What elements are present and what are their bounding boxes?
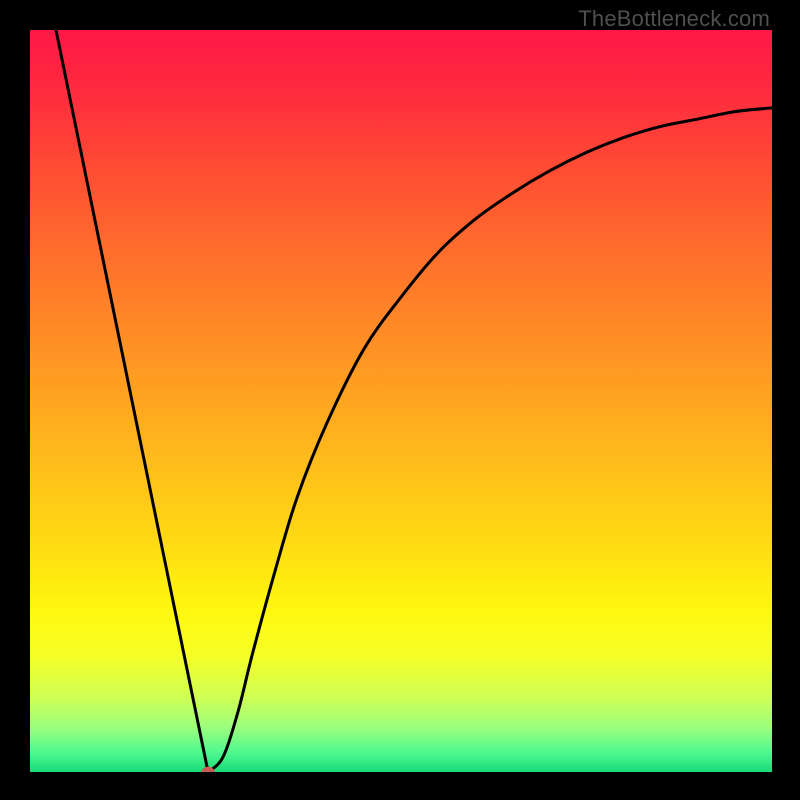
chart-frame xyxy=(30,30,772,772)
bottleneck-curve-chart xyxy=(30,30,772,772)
watermark-text: TheBottleneck.com xyxy=(578,6,770,32)
gradient-background xyxy=(30,30,772,772)
